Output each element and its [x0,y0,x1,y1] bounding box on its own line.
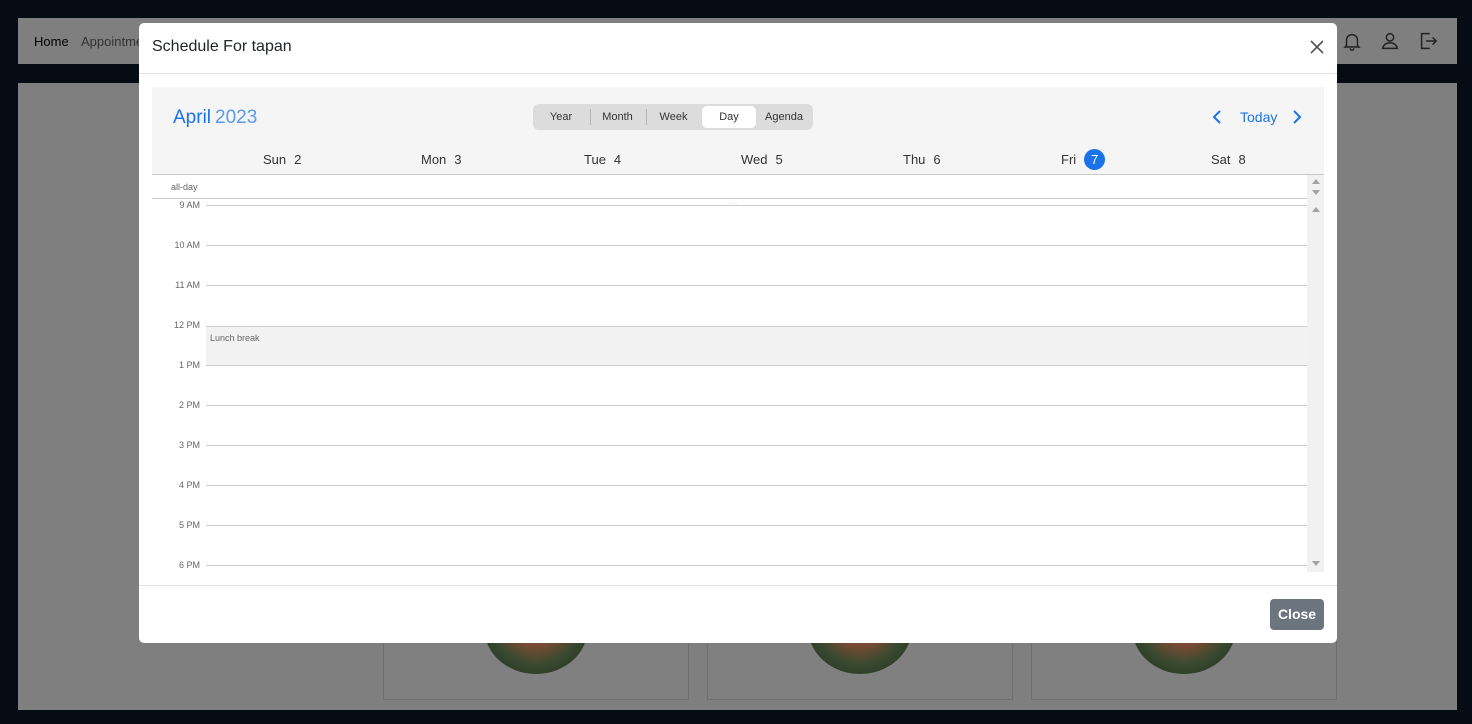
nav-home-link[interactable]: Home [34,34,69,49]
year-label: 2023 [215,107,258,128]
day-header-thu[interactable]: Thu 6 [903,152,941,167]
time-label: 4 PM [178,480,200,490]
hour-line [206,565,1307,566]
time-label: 12 PM [173,320,200,330]
day-name: Tue [584,152,606,167]
chevron-left-icon[interactable] [1210,109,1224,125]
time-label: 10 AM [174,240,200,250]
time-label: 2 PM [178,400,200,410]
scroll-down-arrow-icon[interactable] [1312,190,1320,195]
hour-line [206,445,1307,446]
today-button[interactable]: Today [1240,109,1277,125]
time-grid-scrollbar[interactable] [1307,199,1324,572]
current-time-marker: · · · [730,201,738,207]
view-day-button[interactable]: Day [702,106,756,128]
day-header-fri[interactable]: Fri 7 [1061,149,1106,170]
time-label: 9 AM [179,200,200,210]
view-month-button[interactable]: Month [591,106,644,128]
day-number: 3 [454,152,462,167]
modal-title: Schedule For tapan [152,38,292,55]
nav-appointments-link[interactable]: Appointme [81,34,143,49]
day-name: Wed [741,152,768,167]
lunch-break-block[interactable]: Lunch break [206,326,1307,366]
day-number: 8 [1238,152,1246,167]
hour-line [206,245,1307,246]
hour-line [206,405,1307,406]
modal-footer: Close [139,585,1337,643]
day-number: 6 [933,152,941,167]
day-name: Sat [1211,152,1231,167]
day-number: 4 [613,152,622,167]
all-day-label: all-day [171,182,198,192]
schedule-modal: Schedule For tapan April 2023 Year Month … [139,23,1337,643]
view-switcher: Year Month Week Day Agenda [533,104,813,130]
day-header-wed[interactable]: Wed 5 [741,152,783,167]
chevron-right-icon[interactable] [1290,109,1304,125]
time-label: 6 PM [178,560,200,570]
close-icon[interactable] [1307,37,1327,57]
day-name: Fri [1061,152,1077,167]
day-number: 5 [775,152,783,167]
scroll-up-arrow-icon[interactable] [1312,207,1320,212]
modal-header: Schedule For tapan [139,23,1337,74]
time-label: 11 AM [175,280,200,290]
time-label: 1 PM [178,360,200,370]
day-header-sun[interactable]: Sun 2 [263,152,301,167]
day-number: 2 [294,152,302,167]
view-year-button[interactable]: Year [535,106,587,128]
day-header-mon[interactable]: Mon 3 [421,152,462,167]
bell-icon[interactable] [1341,30,1363,52]
time-label: 5 PM [178,520,200,530]
lunch-break-label: Lunch break [210,333,260,343]
scheduler: April 2023 Year Month Week Day Agenda Tod… [152,87,1324,572]
day-header-sat[interactable]: Sat 8 [1211,152,1246,167]
hour-line [206,365,1307,366]
today-badge: 7 [1084,149,1106,170]
close-button[interactable]: Close [1270,599,1324,630]
hour-line [206,485,1307,486]
view-week-button[interactable]: Week [647,106,700,128]
logout-icon[interactable] [1417,30,1439,52]
hour-line [206,205,1307,206]
month-title: April 2023 [173,107,257,129]
day-name: Thu [903,152,926,167]
time-grid[interactable]: · · · 9 AM 10 AM 11 AM 12 PM Lunch break… [152,199,1307,572]
all-day-row[interactable]: all-day [152,175,1307,199]
scroll-down-arrow-icon[interactable] [1312,561,1320,566]
month-label: April [173,107,212,128]
day-name: Sun [263,152,287,167]
view-agenda-button[interactable]: Agenda [757,106,811,128]
day-header-tue[interactable]: Tue 4 [584,152,621,167]
all-day-scrollbar[interactable] [1307,175,1324,199]
scroll-up-arrow-icon[interactable] [1312,179,1320,184]
user-icon[interactable] [1379,30,1401,52]
day-name: Mon [421,152,447,167]
hour-line [206,525,1307,526]
hour-line [206,285,1307,286]
time-label: 3 PM [178,440,200,450]
